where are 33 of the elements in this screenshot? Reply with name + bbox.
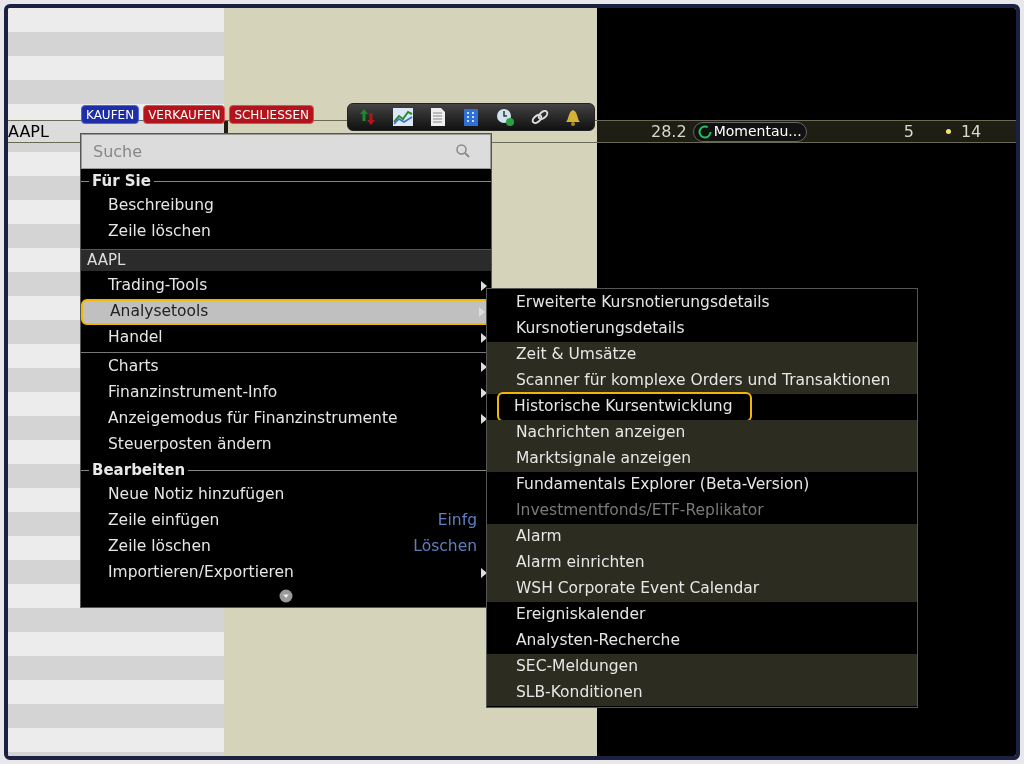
bell-icon[interactable] — [564, 107, 583, 127]
section-band: AAPL — [81, 249, 491, 271]
buy-button[interactable]: KAUFEN — [81, 105, 140, 124]
sell-button[interactable]: VERKAUFEN — [143, 105, 226, 124]
scroll-down-icon[interactable] — [279, 589, 293, 603]
document-icon[interactable] — [429, 107, 448, 127]
submenu-arrow-icon — [479, 307, 485, 317]
submenu-arrow-icon — [481, 362, 487, 372]
section-heading: Für Sie — [91, 170, 152, 192]
search-field[interactable]: Suche — [81, 134, 491, 169]
submenu-arrow-icon — [481, 414, 487, 424]
sell-button[interactable]: SCHLIESSEN — [229, 105, 314, 124]
status-pill: Momentau... — [692, 121, 807, 142]
shortcut-label: Einfg — [437, 510, 477, 532]
table-cell-text: 5 — [903, 120, 914, 143]
submenu-arrow-icon — [481, 281, 487, 291]
menu-item[interactable]: Trading-Tools — [81, 273, 491, 299]
refresh-icon — [697, 124, 712, 139]
clock-icon[interactable] — [494, 107, 515, 127]
menu-item[interactable]: Beschreibung — [81, 193, 491, 219]
submenu-arrow-icon — [481, 568, 487, 578]
section-heading: Bearbeiten — [91, 459, 187, 481]
shortcut-label: Löschen — [413, 536, 477, 558]
building-icon[interactable] — [461, 107, 480, 127]
last-price: 28.2 — [651, 120, 687, 143]
arrows-icon[interactable] — [359, 107, 378, 127]
submenu-arrow-icon — [481, 333, 487, 343]
chart-icon[interactable] — [392, 107, 415, 127]
table-cell-text: 14 — [960, 120, 982, 143]
search-icon[interactable] — [455, 143, 471, 159]
menu-item[interactable]: Zeile löschen — [81, 219, 491, 245]
submenu-arrow-icon — [481, 388, 487, 398]
link-icon[interactable] — [529, 107, 550, 127]
